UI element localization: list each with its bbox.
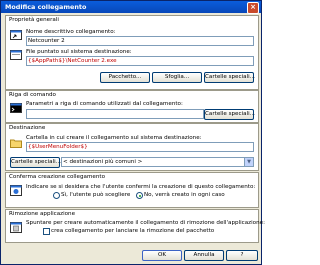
folder-icon bbox=[10, 139, 22, 148]
title-bar[interactable]: Modifica collegamento × bbox=[1, 1, 261, 14]
path-field[interactable]: {$AppPath$}\NetCounter 2.exe bbox=[26, 56, 254, 66]
remove-label: Spuntare per creare automaticamente il c… bbox=[26, 220, 265, 226]
confirm-section: Conferma creazione collegamento Indicare… bbox=[5, 172, 259, 208]
cmdline-label: Parametri a riga di comando utilizzati d… bbox=[26, 101, 183, 107]
desc-label: Nome descrittivo collegamento: bbox=[26, 29, 116, 35]
cancel-button[interactable]: Annulla bbox=[184, 250, 224, 261]
uninstall-checkbox-label[interactable]: crea collegamento per lanciare la rimozi… bbox=[51, 228, 214, 234]
help-button[interactable]: ? bbox=[226, 250, 258, 261]
radio-no[interactable] bbox=[136, 192, 143, 199]
general-heading: Proprietà generali bbox=[9, 17, 59, 23]
confirm-heading: Conferma creazione collegamento bbox=[9, 174, 106, 180]
radio-yes-label[interactable]: Sì, l'utente può scegliere bbox=[61, 192, 130, 198]
special-folders-button-dest[interactable]: Cartelle speciali... bbox=[10, 157, 61, 168]
console-icon bbox=[10, 103, 22, 113]
dialog-window: Modifica collegamento × Proprietà genera… bbox=[0, 0, 265, 265]
destination-section: Destinazione Cartella in cui creare il c… bbox=[5, 123, 259, 171]
cmdline-section: Riga di comando Parametri a riga di coma… bbox=[5, 90, 259, 123]
ok-button[interactable]: OK bbox=[142, 250, 182, 261]
dest-field[interactable]: {$UserMenuFolder$} bbox=[26, 142, 254, 152]
radio-no-label[interactable]: No, verrà creato in ogni caso bbox=[144, 192, 225, 198]
package-button[interactable]: Pacchetto... bbox=[100, 72, 150, 83]
cmdline-heading: Riga di comando bbox=[9, 92, 56, 98]
removal-section: Rimozione applicazione Spuntare per crea… bbox=[5, 209, 265, 243]
close-button[interactable]: × bbox=[247, 2, 259, 14]
dialog-title: Modifica collegamento bbox=[5, 3, 87, 11]
cmdline-field[interactable] bbox=[26, 109, 204, 119]
chevron-down-icon[interactable]: ▼ bbox=[244, 158, 253, 166]
special-folders-button-general[interactable]: Cartelle speciali... bbox=[204, 72, 255, 83]
common-destinations-select[interactable]: < destinazioni più comuni > ▼ bbox=[61, 157, 254, 167]
uninstall-checkbox[interactable] bbox=[43, 228, 50, 235]
path-label: File puntato sul sistema destinazione: bbox=[26, 49, 132, 55]
question-icon bbox=[10, 185, 22, 196]
file-target-icon bbox=[10, 50, 22, 60]
general-section: Proprietà generali Nome descrittivo coll… bbox=[5, 15, 259, 90]
dest-heading: Destinazione bbox=[9, 125, 46, 131]
dest-label: Cartella in cui creare il collegamento s… bbox=[26, 135, 202, 141]
desc-field[interactable]: Netcounter 2 bbox=[26, 36, 254, 46]
shortcut-icon bbox=[10, 30, 22, 40]
browse-button[interactable]: Sfoglia... bbox=[152, 72, 202, 83]
confirm-label: Indicare se si desidera che l'utente con… bbox=[26, 184, 256, 190]
select-value: < destinazioni più comuni > bbox=[63, 159, 143, 165]
trash-icon bbox=[10, 222, 22, 233]
close-icon: × bbox=[250, 3, 256, 11]
radio-yes[interactable] bbox=[53, 192, 60, 199]
special-folders-button-cmdline[interactable]: Cartelle speciali... bbox=[204, 109, 255, 120]
remove-heading: Rimozione applicazione bbox=[9, 211, 76, 217]
